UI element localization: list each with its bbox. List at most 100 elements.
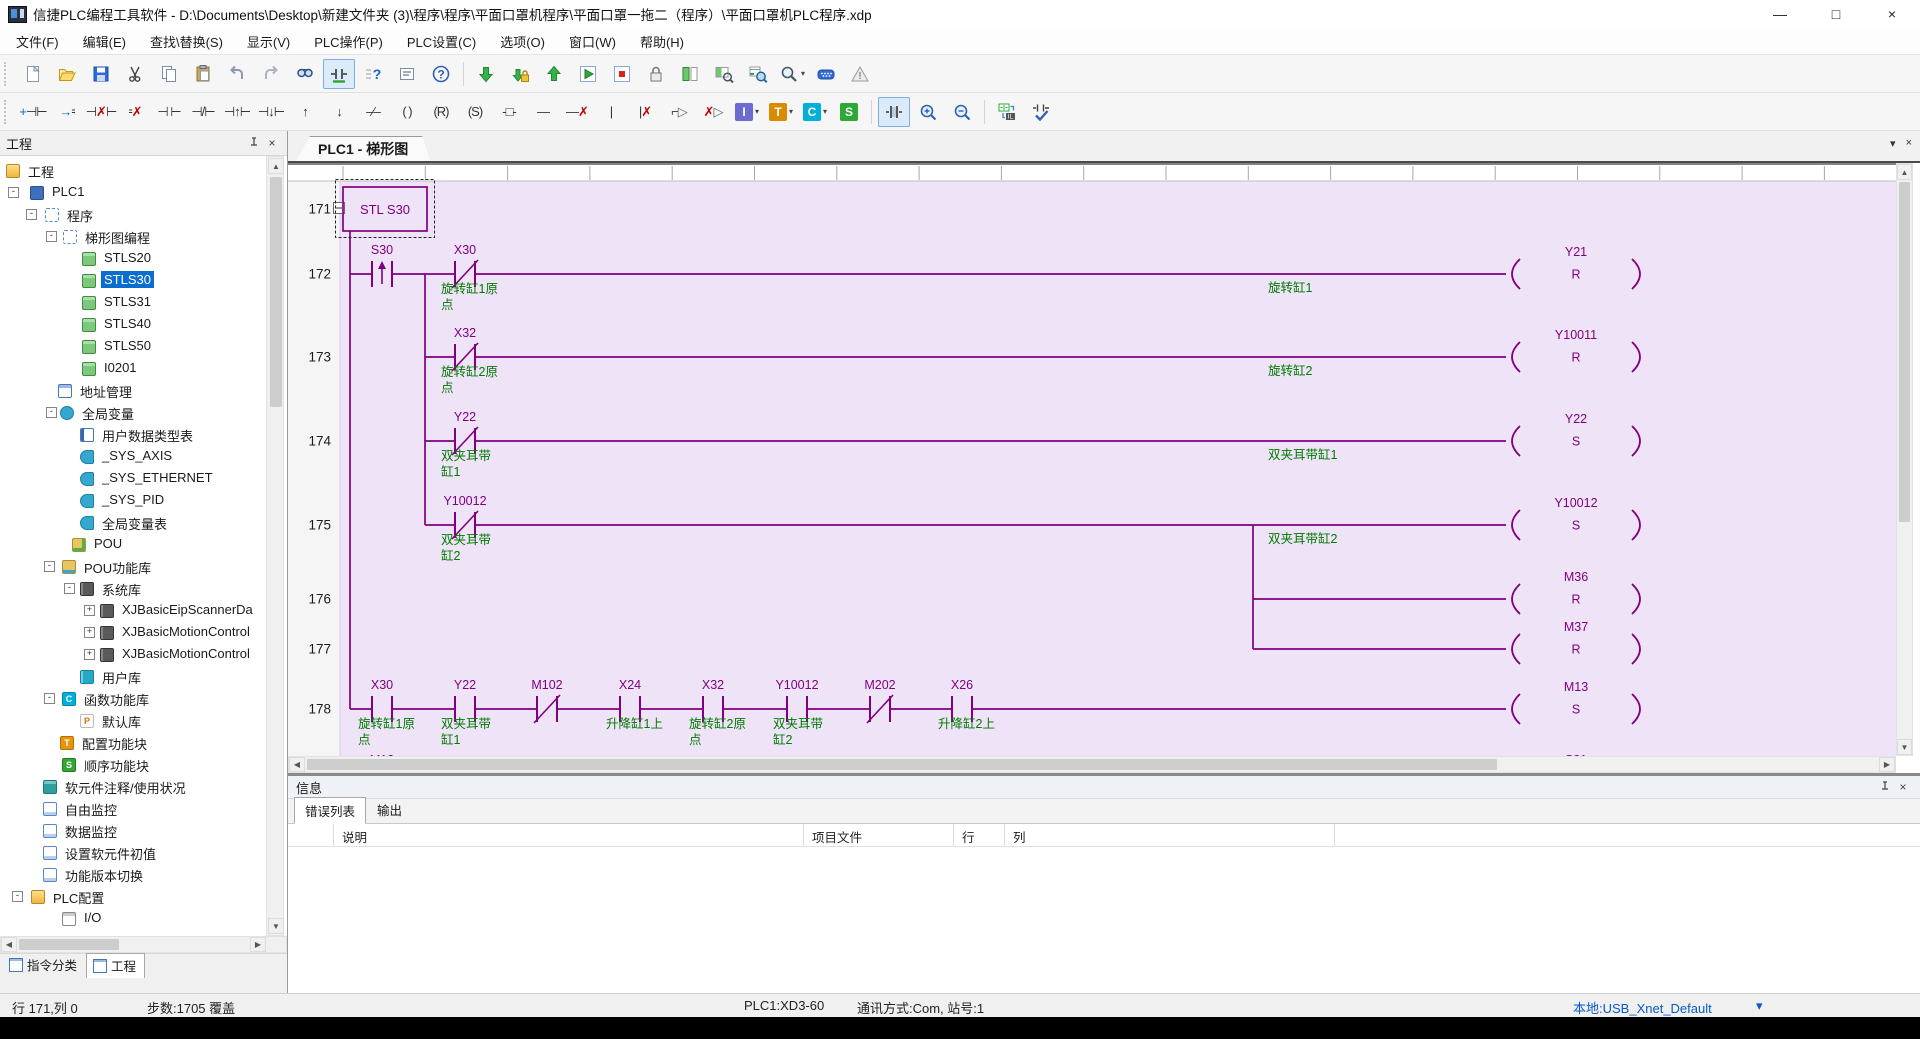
- download-program-icon[interactable]: [470, 59, 502, 89]
- upload-program-icon[interactable]: [538, 59, 570, 89]
- tree-item-label[interactable]: 系统库: [99, 579, 144, 600]
- contact-comment[interactable]: 缸1: [441, 732, 461, 747]
- coil-reset-icon[interactable]: (R): [425, 97, 457, 127]
- tree-item-label[interactable]: _SYS_ETHERNET: [99, 469, 216, 486]
- scroll-down-icon[interactable]: ▼: [268, 918, 284, 934]
- tree-item-POU功能库[interactable]: - POU功能库: [0, 556, 287, 578]
- menu-item-window[interactable]: 窗口(W): [557, 29, 628, 54]
- pin-icon[interactable]: [245, 134, 263, 152]
- tab-plc1-ladder[interactable]: PLC1 - 梯形图: [296, 136, 430, 161]
- tree-item-label[interactable]: _SYS_AXIS: [99, 447, 175, 464]
- collapse-icon[interactable]: -: [64, 583, 75, 594]
- scroll-left-icon[interactable]: ◀: [1, 937, 17, 952]
- pin-icon[interactable]: [1876, 778, 1894, 796]
- tree-item-label[interactable]: 用户库: [99, 667, 144, 688]
- delete-node-icon[interactable]: ⊣✗⊢: [85, 97, 117, 127]
- tree-item-label[interactable]: PLC配置: [50, 887, 107, 908]
- instruction-i-icon[interactable]: I▾: [731, 97, 763, 127]
- tree-item-label[interactable]: 全局变量: [79, 403, 137, 424]
- width-adjust-icon[interactable]: [878, 97, 910, 127]
- tree-item-函数功能库[interactable]: -C函数功能库: [0, 688, 287, 710]
- collapse-icon[interactable]: -: [46, 231, 57, 242]
- online-ladder-icon[interactable]: [674, 59, 706, 89]
- scroll-right-icon[interactable]: ▶: [250, 937, 266, 952]
- close-button[interactable]: ×: [1864, 0, 1920, 28]
- copy-icon[interactable]: [153, 59, 185, 89]
- download-secret-icon[interactable]: [504, 59, 536, 89]
- vscroll-thumb[interactable]: [270, 177, 282, 407]
- undo-icon[interactable]: [221, 59, 253, 89]
- contact-closed-icon[interactable]: ⊣/⊢: [187, 97, 219, 127]
- tree-item-label[interactable]: POU: [91, 535, 125, 552]
- find-device-icon[interactable]: ▾: [776, 59, 808, 89]
- delete-line-mode-icon[interactable]: ✗▷: [697, 97, 729, 127]
- tree-item-工程[interactable]: 工程: [0, 160, 287, 182]
- tree-item-XJBasicMotionControl[interactable]: +XJBasicMotionControl: [0, 644, 287, 666]
- cut-icon[interactable]: [119, 59, 151, 89]
- expand-icon[interactable]: +: [84, 627, 95, 638]
- tree-item-label[interactable]: 函数功能库: [81, 689, 152, 710]
- tree-item-I0201[interactable]: I0201: [0, 358, 287, 380]
- tree-item-STLS20[interactable]: STLS20: [0, 248, 287, 270]
- contact-comment[interactable]: 旋转缸1原: [358, 716, 415, 731]
- com-port-icon[interactable]: [810, 59, 842, 89]
- tree-item-label[interactable]: POU功能库: [81, 557, 154, 578]
- contact-comment[interactable]: 升降缸1上: [606, 716, 663, 731]
- tree-item-POU[interactable]: POU: [0, 534, 287, 556]
- contact-comment[interactable]: 点: [689, 733, 702, 747]
- vertical-line-icon[interactable]: |: [595, 97, 627, 127]
- contact-comment[interactable]: 旋转缸1原: [441, 281, 498, 296]
- zoom-out-icon[interactable]: [946, 97, 978, 127]
- contact-rising-icon[interactable]: ⊣↑⊢: [221, 97, 253, 127]
- status-link-mode[interactable]: 本地:USB_Xnet_Default: [1573, 998, 1712, 1017]
- ladder-monitor-icon[interactable]: [708, 59, 740, 89]
- contact-comment[interactable]: 点: [441, 298, 454, 312]
- function-block-icon[interactable]: -□-: [493, 97, 525, 127]
- minimize-button[interactable]: —: [1752, 0, 1808, 28]
- save-file-icon[interactable]: [85, 59, 117, 89]
- horizontal-line-icon[interactable]: —: [527, 97, 559, 127]
- contact-comment[interactable]: 缸1: [441, 464, 461, 479]
- close-icon[interactable]: ×: [1894, 778, 1912, 796]
- contact-comment[interactable]: 点: [441, 381, 454, 395]
- collapse-icon[interactable]: -: [44, 561, 55, 572]
- tree-item-label[interactable]: 程序: [64, 205, 96, 226]
- ladder-background[interactable]: [340, 181, 1896, 756]
- coil-comment[interactable]: 双夹耳带缸1: [1268, 447, 1338, 462]
- contact-comment[interactable]: 升降缸2上: [938, 716, 995, 731]
- contact-comment[interactable]: 双夹耳带: [441, 717, 491, 731]
- scroll-up-icon[interactable]: ▲: [1897, 164, 1912, 180]
- info-tab-错误列表[interactable]: 错误列表: [294, 797, 366, 824]
- contact-comment[interactable]: 缸2: [441, 548, 461, 563]
- menu-item-edit[interactable]: 编辑(E): [71, 29, 138, 54]
- expand-icon[interactable]: +: [84, 605, 95, 616]
- tree-item-label[interactable]: STLS30: [101, 271, 154, 288]
- tree-item-label[interactable]: STLS40: [101, 315, 154, 332]
- ladder-vscrollbar[interactable]: ▲ ▼: [1896, 163, 1913, 756]
- tree-item-STLS40[interactable]: STLS40: [0, 314, 287, 336]
- contact-comment[interactable]: 缸2: [773, 732, 793, 747]
- tree-item-默认库[interactable]: P默认库: [0, 710, 287, 732]
- coil-out-icon[interactable]: ( ): [391, 97, 423, 127]
- tab-list-dropdown-icon[interactable]: ▾: [1890, 137, 1896, 150]
- lock-icon[interactable]: [640, 59, 672, 89]
- draw-line-mode-icon[interactable]: ⌐▷: [663, 97, 695, 127]
- contact-comment[interactable]: 旋转缸2原: [441, 364, 498, 379]
- tree-item-label[interactable]: I/O: [81, 909, 104, 926]
- tab-close-icon[interactable]: ×: [1906, 137, 1912, 150]
- arrow-down-icon[interactable]: ↓: [323, 97, 355, 127]
- delete-row-icon[interactable]: ⹀✗: [119, 97, 151, 127]
- tree-item-全局变量表[interactable]: 全局变量表: [0, 512, 287, 534]
- tree-item-自由监控[interactable]: 自由监控: [0, 798, 287, 820]
- tree-item-_SYS_ETHERNET[interactable]: _SYS_ETHERNET: [0, 468, 287, 490]
- instruction-c-icon[interactable]: C▾: [799, 97, 831, 127]
- coil-set-icon[interactable]: (S): [459, 97, 491, 127]
- instruction-list-icon[interactable]: ?: [357, 59, 389, 89]
- panel-tab-工程[interactable]: 工程: [86, 953, 145, 978]
- tree-item-label[interactable]: 梯形图编程: [82, 227, 153, 248]
- tree-item-梯形图编程[interactable]: - 梯形图编程: [0, 226, 287, 248]
- tree-item-label[interactable]: 顺序功能块: [81, 755, 152, 776]
- data-monitor-icon[interactable]: [742, 59, 774, 89]
- paste-icon[interactable]: [187, 59, 219, 89]
- stop-plc-icon[interactable]: [606, 59, 638, 89]
